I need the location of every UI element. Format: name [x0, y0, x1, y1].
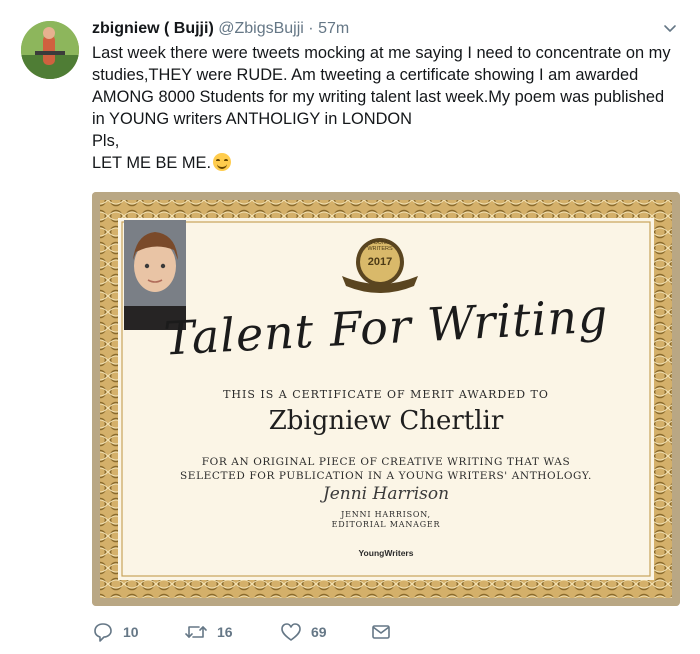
reply-count: 10 [123, 624, 139, 640]
reply-icon [94, 623, 112, 642]
direct-message-button[interactable] [370, 620, 392, 644]
heart-icon [281, 623, 301, 641]
brand-logo: YoungWriters [358, 548, 414, 558]
envelope-icon [372, 625, 390, 639]
seal-label: YOUNG WRITERS [367, 240, 393, 252]
certificate-line: FOR AN ORIGINAL PIECE OF CREATIVE WRITIN… [201, 456, 571, 468]
certificate-line: SELECTED FOR PUBLICATION IN A YOUNG WRIT… [180, 470, 592, 482]
certificate-line: THIS IS A CERTIFICATE OF MERIT AWARDED T… [223, 388, 549, 401]
signer-name: JENNI HARRISON, [341, 510, 431, 519]
like-button[interactable]: 69 [280, 620, 327, 644]
retweet-count: 16 [217, 624, 233, 640]
tweet-text: Last week there were tweets mocking at m… [92, 42, 682, 174]
tweet-text-line: in YOUNG writers ANTHOLIGY in LONDON [92, 110, 412, 128]
display-name[interactable]: zbigniew ( Bujji) [92, 20, 214, 37]
handle[interactable]: @ZbigsBujji [218, 20, 304, 37]
certificate-image[interactable]: YOUNG WRITERS 2017 Talent For Writing TH… [92, 192, 680, 606]
certificate-recipient: Zbigniew Chertlir [268, 406, 504, 436]
tweet-text-line-last: LET ME BE ME. [92, 152, 682, 174]
smiling-face-icon [213, 153, 232, 171]
separator: · [308, 20, 314, 37]
tweet-text-line: Pls, [92, 132, 120, 150]
chevron-down-icon[interactable] [660, 18, 680, 38]
reply-button[interactable]: 10 [92, 620, 139, 644]
retweet-button[interactable]: 16 [184, 620, 233, 644]
tweet-text-line: AMONG 8000 Students for my writing talen… [92, 88, 665, 106]
signature: Jenni Harrison [322, 484, 450, 504]
timestamp[interactable]: 57m [318, 20, 349, 37]
tweet-text-line: LET ME BE ME. [92, 154, 212, 172]
signer-role: EDITORIAL MANAGER [331, 520, 441, 529]
tweet-card: zbigniew ( Bujji) @ZbigsBujji · 57m Last… [0, 0, 700, 654]
tweet-text-line: studies,THEY were RUDE. Am tweeting a ce… [92, 66, 639, 84]
retweet-icon [185, 626, 207, 638]
like-count: 69 [311, 624, 327, 640]
tweet-text-line: Last week there were tweets mocking at m… [92, 44, 671, 62]
avatar[interactable] [21, 21, 79, 79]
tweet-actions: 10 16 69 [92, 620, 412, 644]
seal-year: 2017 [367, 256, 393, 268]
tweet-header: zbigniew ( Bujji) @ZbigsBujji · 57m [92, 18, 660, 40]
